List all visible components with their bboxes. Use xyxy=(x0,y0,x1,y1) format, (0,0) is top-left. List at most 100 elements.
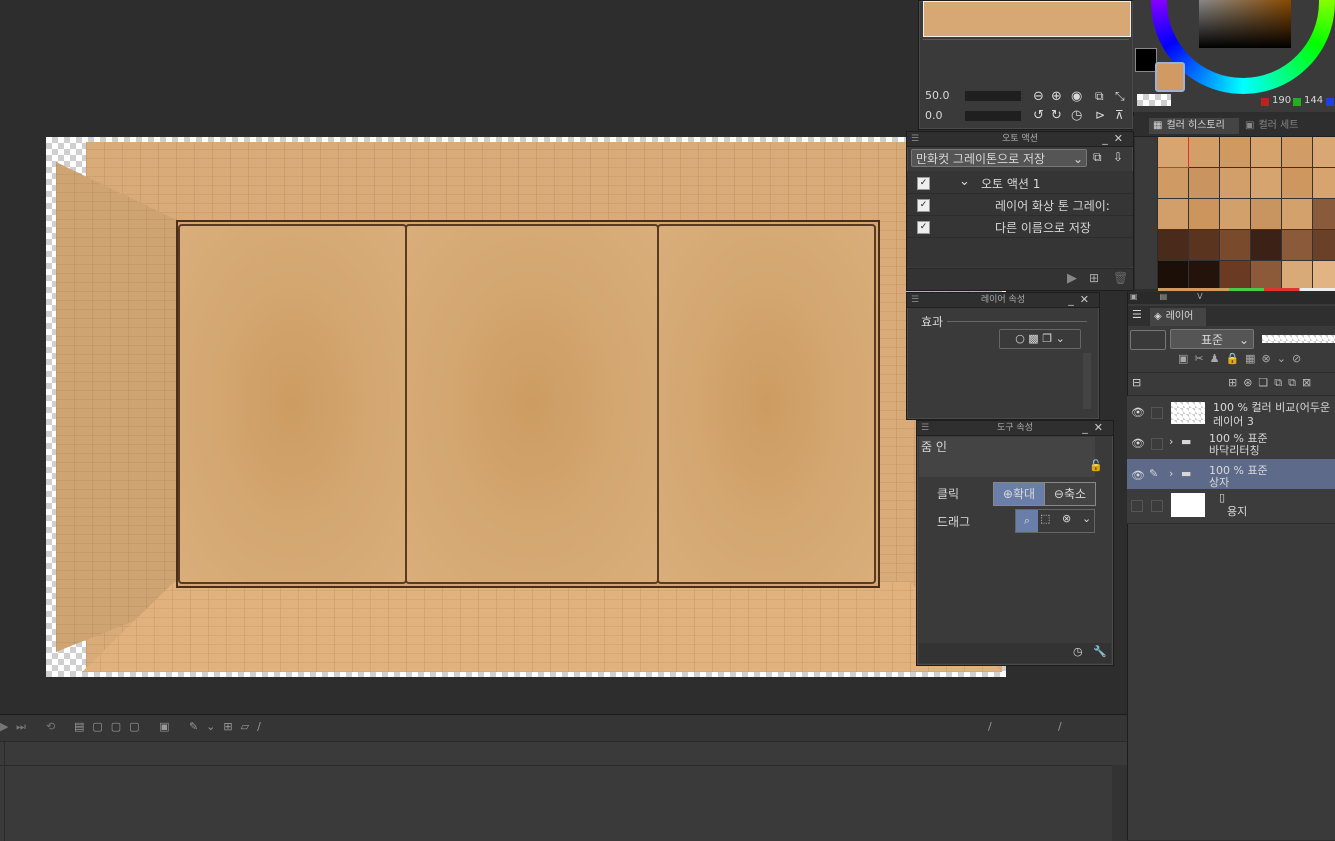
add-action-icon[interactable]: ⊞ xyxy=(1089,271,1099,285)
rotate-left-icon[interactable]: ↺ xyxy=(1033,108,1044,123)
color-swatch[interactable] xyxy=(1158,230,1188,260)
action-row[interactable]: ✓ 레이어 화상 톤 그레이: xyxy=(907,194,1133,216)
color-swatch[interactable] xyxy=(1251,168,1281,198)
color-swatch[interactable] xyxy=(1158,168,1188,198)
action-checkbox[interactable]: ✓ xyxy=(917,221,930,234)
layer-row[interactable]: 👁 100 % 컬러 비교(어두운 레이어 3 xyxy=(1127,396,1335,431)
color-swatch[interactable] xyxy=(1282,199,1312,229)
color-swatch[interactable] xyxy=(1313,230,1335,260)
navigator-preview[interactable] xyxy=(923,1,1131,37)
color-swatch[interactable] xyxy=(1220,137,1250,167)
tab-color-history[interactable]: ▦ 컬러 히스토리 xyxy=(1149,118,1239,134)
color-swatch[interactable] xyxy=(1282,137,1312,167)
zoom-in-icon[interactable]: ⊕ xyxy=(1051,89,1062,104)
saturation-square[interactable] xyxy=(1199,0,1291,48)
main-color-swatch[interactable] xyxy=(1155,62,1185,92)
area-zoom-icon[interactable]: ⬚ xyxy=(1040,512,1050,525)
eye-icon[interactable]: 👁 xyxy=(1131,469,1145,482)
chevron-down-icon[interactable]: ⌄ xyxy=(1056,332,1065,345)
color-swatch[interactable] xyxy=(1189,230,1219,260)
color-swatch[interactable] xyxy=(1282,230,1312,260)
rotate-right-icon[interactable]: ↻ xyxy=(1051,108,1062,123)
color-swatch[interactable] xyxy=(1282,168,1312,198)
color-swatch[interactable] xyxy=(1313,168,1335,198)
layer-row[interactable]: 👁 › ▬ 100 % 표준 바닥리터칭 xyxy=(1127,427,1335,462)
action-row[interactable]: ✓ ⌄ 오토 액션 1 xyxy=(907,172,1133,194)
layer-lock-box[interactable] xyxy=(1151,407,1163,419)
color-swatch[interactable] xyxy=(1313,261,1335,289)
zoom-out-icon[interactable]: ⊖ xyxy=(1033,89,1044,104)
layer-lock-box[interactable] xyxy=(1151,500,1163,512)
reset-rotation-icon[interactable]: ◷ xyxy=(1071,108,1082,123)
eye-icon[interactable]: 👁 xyxy=(1131,437,1145,450)
rotation-slider[interactable] xyxy=(965,111,1021,121)
action-checkbox[interactable]: ✓ xyxy=(917,199,930,212)
effect-buttons[interactable]: ○ ▩ ❐ ⌄ xyxy=(999,329,1081,349)
play-icon[interactable]: ▶ xyxy=(0,720,8,733)
color-swatch[interactable] xyxy=(1189,137,1219,167)
transparent-color-swatch[interactable] xyxy=(1137,94,1171,106)
chevron-down-icon[interactable]: ⌄ xyxy=(1082,512,1091,525)
tab-color-set[interactable]: ▣ 컬러 세트 xyxy=(1241,118,1321,134)
panel-minimize-close-icon[interactable]: _✕ xyxy=(1068,293,1095,307)
layer-lock-box[interactable] xyxy=(1151,438,1163,450)
trash-icon[interactable]: 🗑 xyxy=(1113,271,1128,285)
lock-icon[interactable]: 🔓 xyxy=(1089,459,1103,472)
play-icon[interactable]: ▶ xyxy=(1067,271,1077,286)
color-swatch[interactable] xyxy=(1189,261,1219,289)
stop-icon[interactable]: ◉ xyxy=(1071,89,1082,104)
wrench-icon[interactable]: 🔧 xyxy=(1093,645,1107,658)
zoom-slider[interactable] xyxy=(965,91,1021,101)
expand-icon[interactable]: ⤡ xyxy=(1115,89,1125,104)
action-row[interactable]: ✓ 다른 이름으로 저장 xyxy=(907,216,1133,238)
sub-color-swatch[interactable] xyxy=(1135,48,1157,72)
fit-icon[interactable]: ⧉ xyxy=(1095,89,1104,104)
opacity-slider[interactable] xyxy=(1262,335,1335,343)
auto-action-set-select[interactable]: 만화컷 그레이톤으로 저장 ⌄ xyxy=(911,149,1087,167)
action-checkbox[interactable]: ✓ xyxy=(917,177,930,190)
import-set-icon[interactable]: ⇩ xyxy=(1113,150,1123,164)
layer-visibility-box[interactable] xyxy=(1131,500,1143,512)
panel-minimize-close-icon[interactable]: _✕ xyxy=(1082,421,1109,435)
color-swatch[interactable] xyxy=(1251,199,1281,229)
color-swatch[interactable] xyxy=(1158,261,1188,289)
magnifier-icon[interactable]: ⌕ xyxy=(1016,510,1038,532)
eye-icon[interactable]: 👁 xyxy=(1131,406,1145,419)
zoom-cancel-icon[interactable]: ⊗ xyxy=(1062,512,1071,525)
blend-mode-select[interactable]: 표준 ⌄ xyxy=(1170,329,1254,349)
zoom-out-mode-button[interactable]: ⊖축소 xyxy=(1044,482,1096,506)
chevron-right-icon[interactable]: › xyxy=(1169,467,1173,480)
color-swatch[interactable] xyxy=(1158,137,1189,168)
chevron-down-icon[interactable]: ⌄ xyxy=(959,174,970,189)
loop-icon[interactable]: ⟲ xyxy=(46,720,55,733)
tone-effect-icon[interactable]: ▩ xyxy=(1028,332,1038,345)
timeline-tools[interactable]: ▤▢▢▢ ▣ ✎⌄⊞▱∕ xyxy=(74,720,269,733)
color-swatch[interactable] xyxy=(1220,199,1250,229)
color-swatch[interactable] xyxy=(1189,199,1219,229)
drag-mode-select[interactable]: ⌕ ⬚ ⊗ ⌄ xyxy=(1015,509,1095,533)
layer-actions-toolbar[interactable]: ⊞⊛❏⧉⧉⊠ xyxy=(1228,376,1317,390)
zoom-in-mode-button[interactable]: ⊕확대 xyxy=(993,482,1045,506)
layer-color-icon[interactable]: ❐ xyxy=(1042,332,1052,345)
color-swatch[interactable] xyxy=(1251,230,1281,260)
color-swatch[interactable] xyxy=(1313,137,1335,167)
panel-minimize-close-icon[interactable]: _✕ xyxy=(1102,132,1129,146)
color-swatch[interactable] xyxy=(1282,261,1312,289)
next-frame-icon[interactable]: ⏭ xyxy=(16,720,26,734)
tab-layer[interactable]: ◈ 레이어 xyxy=(1150,308,1206,326)
layer-options-toolbar[interactable]: ▣✂♟🔒▦⊗⌄⊘ xyxy=(1178,352,1335,370)
color-swatch[interactable] xyxy=(1251,261,1281,289)
copy-set-icon[interactable]: ⧉ xyxy=(1093,150,1102,165)
color-swatch[interactable] xyxy=(1220,230,1250,260)
chevron-right-icon[interactable]: › xyxy=(1169,435,1173,448)
reset-icon[interactable]: ◷ xyxy=(1073,645,1083,658)
zoom-value[interactable]: 50.0 xyxy=(925,89,961,103)
color-swatch[interactable] xyxy=(1189,168,1219,198)
color-swatch[interactable] xyxy=(1158,199,1188,229)
flip-vertical-icon[interactable]: ⊼ xyxy=(1115,108,1124,122)
menu-icon[interactable]: ☰ xyxy=(1132,308,1142,321)
color-swatch[interactable] xyxy=(1251,137,1281,167)
layer-row[interactable]: ▯ 용지 xyxy=(1127,489,1335,524)
border-effect-icon[interactable]: ○ xyxy=(1015,332,1025,345)
layer-list-settings-icon[interactable]: ⊟ xyxy=(1132,376,1141,389)
